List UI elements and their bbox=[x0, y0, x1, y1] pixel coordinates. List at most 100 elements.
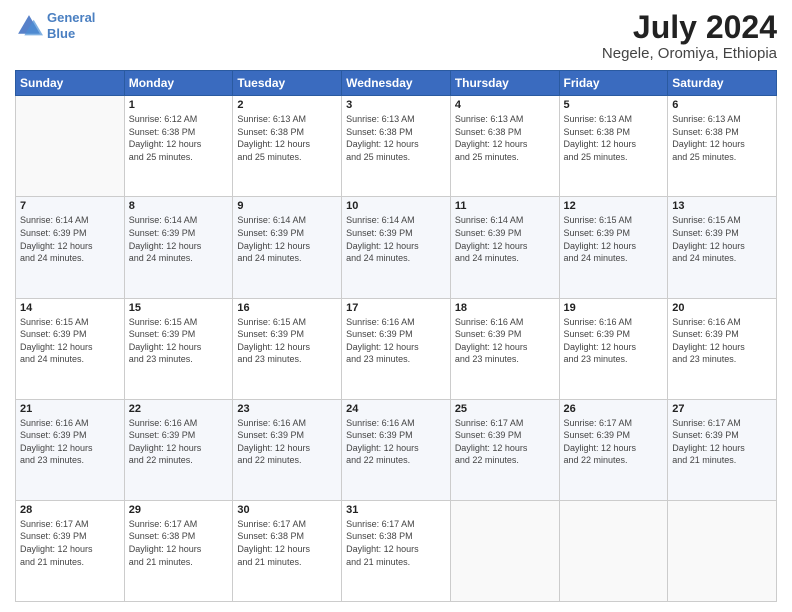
day-info: Sunrise: 6:17 AM Sunset: 6:39 PM Dayligh… bbox=[20, 518, 120, 568]
day-number: 28 bbox=[20, 504, 120, 516]
calendar-week-4: 21 Sunrise: 6:16 AM Sunset: 6:39 PM Dayli… bbox=[16, 399, 777, 500]
day-number: 20 bbox=[672, 302, 772, 314]
calendar-cell: 25 Sunrise: 6:17 AM Sunset: 6:39 PM Dayli… bbox=[450, 399, 559, 500]
day-info: Sunrise: 6:15 AM Sunset: 6:39 PM Dayligh… bbox=[237, 316, 337, 366]
day-info: Sunrise: 6:17 AM Sunset: 6:38 PM Dayligh… bbox=[346, 518, 446, 568]
day-info: Sunrise: 6:17 AM Sunset: 6:39 PM Dayligh… bbox=[455, 417, 555, 467]
title-block: July 2024 Negele, Oromiya, Ethiopia bbox=[602, 10, 777, 62]
calendar: SundayMondayTuesdayWednesdayThursdayFrid… bbox=[15, 70, 777, 602]
day-info: Sunrise: 6:15 AM Sunset: 6:39 PM Dayligh… bbox=[672, 214, 772, 264]
header: General Blue July 2024 Negele, Oromiya, … bbox=[15, 10, 777, 62]
day-info: Sunrise: 6:13 AM Sunset: 6:38 PM Dayligh… bbox=[237, 113, 337, 163]
day-info: Sunrise: 6:17 AM Sunset: 6:39 PM Dayligh… bbox=[564, 417, 664, 467]
day-info: Sunrise: 6:16 AM Sunset: 6:39 PM Dayligh… bbox=[455, 316, 555, 366]
logo-text: General Blue bbox=[47, 10, 95, 41]
calendar-cell: 5 Sunrise: 6:13 AM Sunset: 6:38 PM Daylig… bbox=[559, 96, 668, 197]
day-number: 29 bbox=[129, 504, 229, 516]
day-number: 23 bbox=[237, 403, 337, 415]
day-number: 6 bbox=[672, 99, 772, 111]
day-info: Sunrise: 6:13 AM Sunset: 6:38 PM Dayligh… bbox=[672, 113, 772, 163]
day-info: Sunrise: 6:13 AM Sunset: 6:38 PM Dayligh… bbox=[455, 113, 555, 163]
calendar-header-saturday: Saturday bbox=[668, 71, 777, 96]
day-number: 26 bbox=[564, 403, 664, 415]
day-number: 21 bbox=[20, 403, 120, 415]
location: Negele, Oromiya, Ethiopia bbox=[602, 45, 777, 62]
calendar-header-tuesday: Tuesday bbox=[233, 71, 342, 96]
calendar-cell: 14Sunrise: 6:15 AM Sunset: 6:39 PM Dayli… bbox=[16, 298, 125, 399]
day-number: 14 bbox=[20, 302, 120, 314]
calendar-cell: 9Sunrise: 6:14 AM Sunset: 6:39 PM Daylig… bbox=[233, 197, 342, 298]
day-number: 30 bbox=[237, 504, 337, 516]
calendar-cell: 29 Sunrise: 6:17 AM Sunset: 6:38 PM Dayli… bbox=[124, 500, 233, 601]
day-info: Sunrise: 6:16 AM Sunset: 6:39 PM Dayligh… bbox=[672, 316, 772, 366]
calendar-header-sunday: Sunday bbox=[16, 71, 125, 96]
calendar-cell: 19 Sunrise: 6:16 AM Sunset: 6:39 PM Dayli… bbox=[559, 298, 668, 399]
day-number: 10 bbox=[346, 200, 446, 212]
calendar-header-friday: Friday bbox=[559, 71, 668, 96]
calendar-header-row: SundayMondayTuesdayWednesdayThursdayFrid… bbox=[16, 71, 777, 96]
day-info: Sunrise: 6:16 AM Sunset: 6:39 PM Dayligh… bbox=[237, 417, 337, 467]
day-info: Sunrise: 6:14 AM Sunset: 6:39 PM Dayligh… bbox=[20, 214, 120, 264]
calendar-week-1: 1Sunrise: 6:12 AM Sunset: 6:38 PM Daylig… bbox=[16, 96, 777, 197]
day-info: Sunrise: 6:17 AM Sunset: 6:38 PM Dayligh… bbox=[129, 518, 229, 568]
day-number: 31 bbox=[346, 504, 446, 516]
day-number: 12 bbox=[564, 200, 664, 212]
logo-blue: Blue bbox=[47, 26, 75, 41]
calendar-cell: 22 Sunrise: 6:16 AM Sunset: 6:39 PM Dayli… bbox=[124, 399, 233, 500]
calendar-cell: 16 Sunrise: 6:15 AM Sunset: 6:39 PM Dayli… bbox=[233, 298, 342, 399]
calendar-week-3: 14 Sunrise: 6:15 AM Sunset: 6:39 PM Dayli… bbox=[16, 298, 777, 399]
logo-general: General bbox=[47, 10, 95, 25]
day-info: Sunrise: 6:15 AM Sunset: 6:39 PM Dayligh… bbox=[129, 316, 229, 366]
calendar-cell: 11 Sunrise: 6:14 AM Sunset: 6:39 PM Dayli… bbox=[450, 197, 559, 298]
calendar-cell bbox=[559, 500, 668, 601]
day-number: 22 bbox=[129, 403, 229, 415]
day-number: 2 bbox=[237, 99, 337, 111]
calendar-cell bbox=[668, 500, 777, 601]
day-number: 17 bbox=[346, 302, 446, 314]
day-number: 8 bbox=[129, 200, 229, 212]
calendar-header-monday: Monday bbox=[124, 71, 233, 96]
calendar-cell: 6 Sunrise: 6:13 AM Sunset: 6:38 PM Daylig… bbox=[668, 96, 777, 197]
page: General Blue July 2024 Negele, Oromiya, … bbox=[0, 0, 792, 612]
day-info: Sunrise: 6:14 AM Sunset: 6:39 PM Dayligh… bbox=[129, 214, 229, 264]
calendar-cell bbox=[450, 500, 559, 601]
calendar-cell: 21Sunrise: 6:16 AM Sunset: 6:39 PM Dayli… bbox=[16, 399, 125, 500]
calendar-cell: 26 Sunrise: 6:17 AM Sunset: 6:39 PM Dayli… bbox=[559, 399, 668, 500]
day-info: Sunrise: 6:14 AM Sunset: 6:39 PM Dayligh… bbox=[455, 214, 555, 264]
day-number: 3 bbox=[346, 99, 446, 111]
calendar-week-2: 7Sunrise: 6:14 AM Sunset: 6:39 PM Daylig… bbox=[16, 197, 777, 298]
calendar-header-thursday: Thursday bbox=[450, 71, 559, 96]
day-info: Sunrise: 6:17 AM Sunset: 6:38 PM Dayligh… bbox=[237, 518, 337, 568]
calendar-cell: 23 Sunrise: 6:16 AM Sunset: 6:39 PM Dayli… bbox=[233, 399, 342, 500]
logo: General Blue bbox=[15, 10, 95, 41]
calendar-cell: 4 Sunrise: 6:13 AM Sunset: 6:38 PM Daylig… bbox=[450, 96, 559, 197]
calendar-cell: 28 Sunrise: 6:17 AM Sunset: 6:39 PM Dayli… bbox=[16, 500, 125, 601]
day-number: 5 bbox=[564, 99, 664, 111]
day-number: 25 bbox=[455, 403, 555, 415]
calendar-cell: 17 Sunrise: 6:16 AM Sunset: 6:39 PM Dayli… bbox=[342, 298, 451, 399]
calendar-cell: 15 Sunrise: 6:15 AM Sunset: 6:39 PM Dayli… bbox=[124, 298, 233, 399]
day-info: Sunrise: 6:16 AM Sunset: 6:39 PM Dayligh… bbox=[346, 316, 446, 366]
logo-icon bbox=[15, 12, 43, 40]
day-info: Sunrise: 6:17 AM Sunset: 6:39 PM Dayligh… bbox=[672, 417, 772, 467]
calendar-cell: 1Sunrise: 6:12 AM Sunset: 6:38 PM Daylig… bbox=[124, 96, 233, 197]
calendar-cell bbox=[16, 96, 125, 197]
day-info: Sunrise: 6:16 AM Sunset: 6:39 PM Dayligh… bbox=[564, 316, 664, 366]
calendar-cell: 12Sunrise: 6:15 AM Sunset: 6:39 PM Dayli… bbox=[559, 197, 668, 298]
calendar-cell: 27Sunrise: 6:17 AM Sunset: 6:39 PM Dayli… bbox=[668, 399, 777, 500]
day-number: 19 bbox=[564, 302, 664, 314]
day-number: 15 bbox=[129, 302, 229, 314]
day-number: 13 bbox=[672, 200, 772, 212]
day-number: 4 bbox=[455, 99, 555, 111]
day-number: 18 bbox=[455, 302, 555, 314]
day-number: 11 bbox=[455, 200, 555, 212]
calendar-week-5: 28 Sunrise: 6:17 AM Sunset: 6:39 PM Dayli… bbox=[16, 500, 777, 601]
day-info: Sunrise: 6:14 AM Sunset: 6:39 PM Dayligh… bbox=[346, 214, 446, 264]
day-info: Sunrise: 6:16 AM Sunset: 6:39 PM Dayligh… bbox=[129, 417, 229, 467]
day-info: Sunrise: 6:14 AM Sunset: 6:39 PM Dayligh… bbox=[237, 214, 337, 264]
day-number: 16 bbox=[237, 302, 337, 314]
day-info: Sunrise: 6:16 AM Sunset: 6:39 PM Dayligh… bbox=[346, 417, 446, 467]
month-year: July 2024 bbox=[602, 10, 777, 45]
calendar-cell: 13 Sunrise: 6:15 AM Sunset: 6:39 PM Dayli… bbox=[668, 197, 777, 298]
day-info: Sunrise: 6:13 AM Sunset: 6:38 PM Dayligh… bbox=[564, 113, 664, 163]
